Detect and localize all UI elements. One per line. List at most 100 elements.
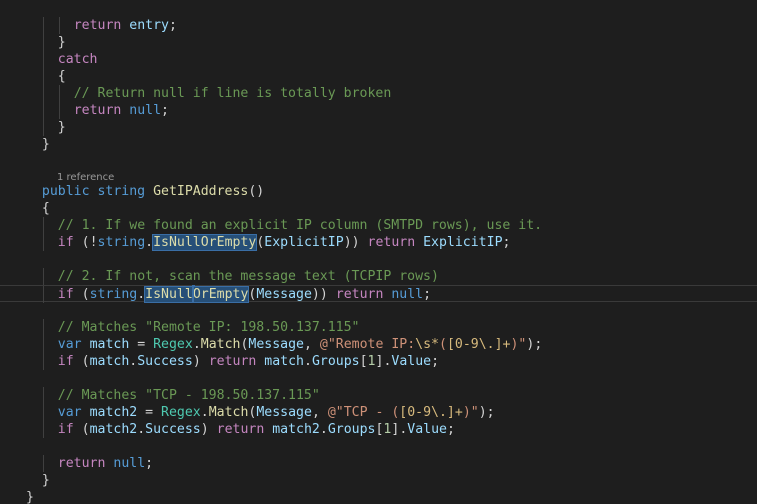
code-token: ; xyxy=(446,422,455,437)
code-text: public string GetIPAddress() xyxy=(42,183,264,200)
code-line[interactable] xyxy=(0,153,757,170)
code-line[interactable]: } xyxy=(0,489,757,504)
code-line[interactable]: // 2. If not, scan the message text (TCP… xyxy=(0,268,757,285)
code-token: [0-9\.]+ xyxy=(446,337,511,352)
code-line[interactable]: if (match2.Success) return match2.Groups… xyxy=(0,421,757,438)
code-text: { xyxy=(42,200,50,217)
code-token: } xyxy=(26,490,34,504)
code-token: } xyxy=(57,35,66,50)
code-token: { xyxy=(57,69,66,84)
code-token: catch xyxy=(57,52,98,67)
code-line[interactable]: var match2 = Regex.Match(Message, @"TCP … xyxy=(0,404,757,421)
code-line[interactable]: // 1. If we found an explicit IP column … xyxy=(0,217,757,234)
code-token: IsNullOrEmpty xyxy=(152,234,258,251)
code-text: // Return null if line is totally broken xyxy=(74,85,392,102)
code-token: )) xyxy=(343,235,368,250)
code-token: string xyxy=(89,287,138,302)
code-token: @"TCP - ( xyxy=(327,405,400,420)
code-token: ; xyxy=(502,235,511,250)
code-token: Match xyxy=(208,405,249,420)
code-line[interactable]: // Return null if line is totally broken xyxy=(0,85,757,102)
code-token: . xyxy=(304,354,312,369)
indent-guide xyxy=(58,17,60,34)
code-token: Match xyxy=(200,337,241,352)
code-token: . xyxy=(137,422,146,437)
code-text: catch xyxy=(58,51,98,68)
code-token: = xyxy=(137,405,162,420)
code-line[interactable]: { xyxy=(0,68,757,85)
code-line[interactable]: // Matches "TCP - 198.50.137.115" xyxy=(0,387,757,404)
indent-guide xyxy=(42,353,44,370)
indent-guide xyxy=(42,234,44,251)
code-editor[interactable]: return entry;} catch { // Return null if li… xyxy=(0,0,757,504)
code-text: // Matches "Remote IP: 198.50.137.115" xyxy=(58,319,360,336)
indent-guide xyxy=(42,85,44,102)
code-text: // 2. If not, scan the message text (TCP… xyxy=(58,268,439,285)
code-token: // 1. If we found an explicit IP column … xyxy=(57,218,543,233)
indent-guide xyxy=(42,119,44,136)
code-line[interactable] xyxy=(0,438,757,455)
code-token: match2 xyxy=(89,422,138,437)
code-line[interactable]: return null; xyxy=(0,455,757,472)
code-line[interactable]: // Matches "Remote IP: 198.50.137.115" xyxy=(0,319,757,336)
code-token: match xyxy=(89,337,130,352)
code-token: ( xyxy=(439,337,447,352)
code-line[interactable]: } xyxy=(0,34,757,51)
code-token: return xyxy=(216,422,265,437)
code-line[interactable]: var match = Regex.Match (Message, @"Remot… xyxy=(0,336,757,353)
code-token: [ xyxy=(359,354,368,369)
code-token: Value xyxy=(407,422,447,437)
code-token: IsNull xyxy=(144,286,194,303)
code-text: var match = Regex.Match (Message, @"Remot… xyxy=(58,336,542,353)
code-token: Message xyxy=(256,405,312,420)
code-text: if (match.Success) return match.Groups[1… xyxy=(58,353,439,370)
code-token: var xyxy=(57,405,82,420)
indent-guide xyxy=(42,102,44,119)
code-token: () xyxy=(248,184,265,199)
code-token: return xyxy=(335,287,384,302)
code-line[interactable] xyxy=(0,370,757,387)
code-line[interactable] xyxy=(0,302,757,319)
code-text: // 1. If we found an explicit IP column … xyxy=(58,217,542,234)
indent-guide xyxy=(42,268,44,285)
code-token: ExplicitIP xyxy=(264,235,344,250)
code-token: null xyxy=(113,456,146,471)
code-token: ; xyxy=(168,18,177,33)
code-line[interactable]: if (match.Success) return match.Groups[1… xyxy=(0,353,757,370)
code-token: = xyxy=(129,337,154,352)
code-line[interactable]: } xyxy=(0,472,757,489)
code-token: string xyxy=(97,235,146,250)
code-token: var xyxy=(57,337,82,352)
code-token: Regex xyxy=(161,405,201,420)
code-line[interactable]: if (!string.IsNullOrEmpty(ExplicitIP)) r… xyxy=(0,234,757,251)
code-line[interactable] xyxy=(0,251,757,268)
code-token: if xyxy=(57,422,74,437)
code-text: if (match2.Success) return match2.Groups… xyxy=(58,421,455,438)
code-token: . xyxy=(200,405,209,420)
code-token: Message xyxy=(256,287,312,302)
code-token: Message xyxy=(248,337,304,352)
indent-guide xyxy=(42,217,44,234)
codelens-references[interactable]: 1 reference xyxy=(57,172,114,184)
code-line[interactable]: return null; xyxy=(0,102,757,119)
code-token: ; xyxy=(423,287,432,302)
code-line[interactable]: catch xyxy=(0,51,757,68)
code-token: // Return null if line is totally broken xyxy=(73,86,392,101)
code-line[interactable]: { xyxy=(0,200,757,217)
code-token: null xyxy=(391,287,424,302)
code-token: // 2. If not, scan the message text (TCP… xyxy=(57,269,439,284)
code-token: Success xyxy=(137,354,193,369)
code-line-current[interactable]: if (string.IsNullOrEmpty(Message)) retur… xyxy=(0,285,757,303)
indent-guide xyxy=(42,34,44,51)
code-token: )) xyxy=(311,287,336,302)
code-token: GetIPAddress xyxy=(153,184,249,199)
code-line[interactable]: return entry; xyxy=(0,17,757,34)
code-text: } xyxy=(58,34,66,51)
code-token: , xyxy=(311,405,328,420)
code-token: return xyxy=(73,103,122,118)
code-line[interactable]: } xyxy=(0,136,757,153)
code-line[interactable]: public string GetIPAddress() xyxy=(0,183,757,200)
indent-guide xyxy=(58,102,60,119)
code-line[interactable]: } xyxy=(0,119,757,136)
